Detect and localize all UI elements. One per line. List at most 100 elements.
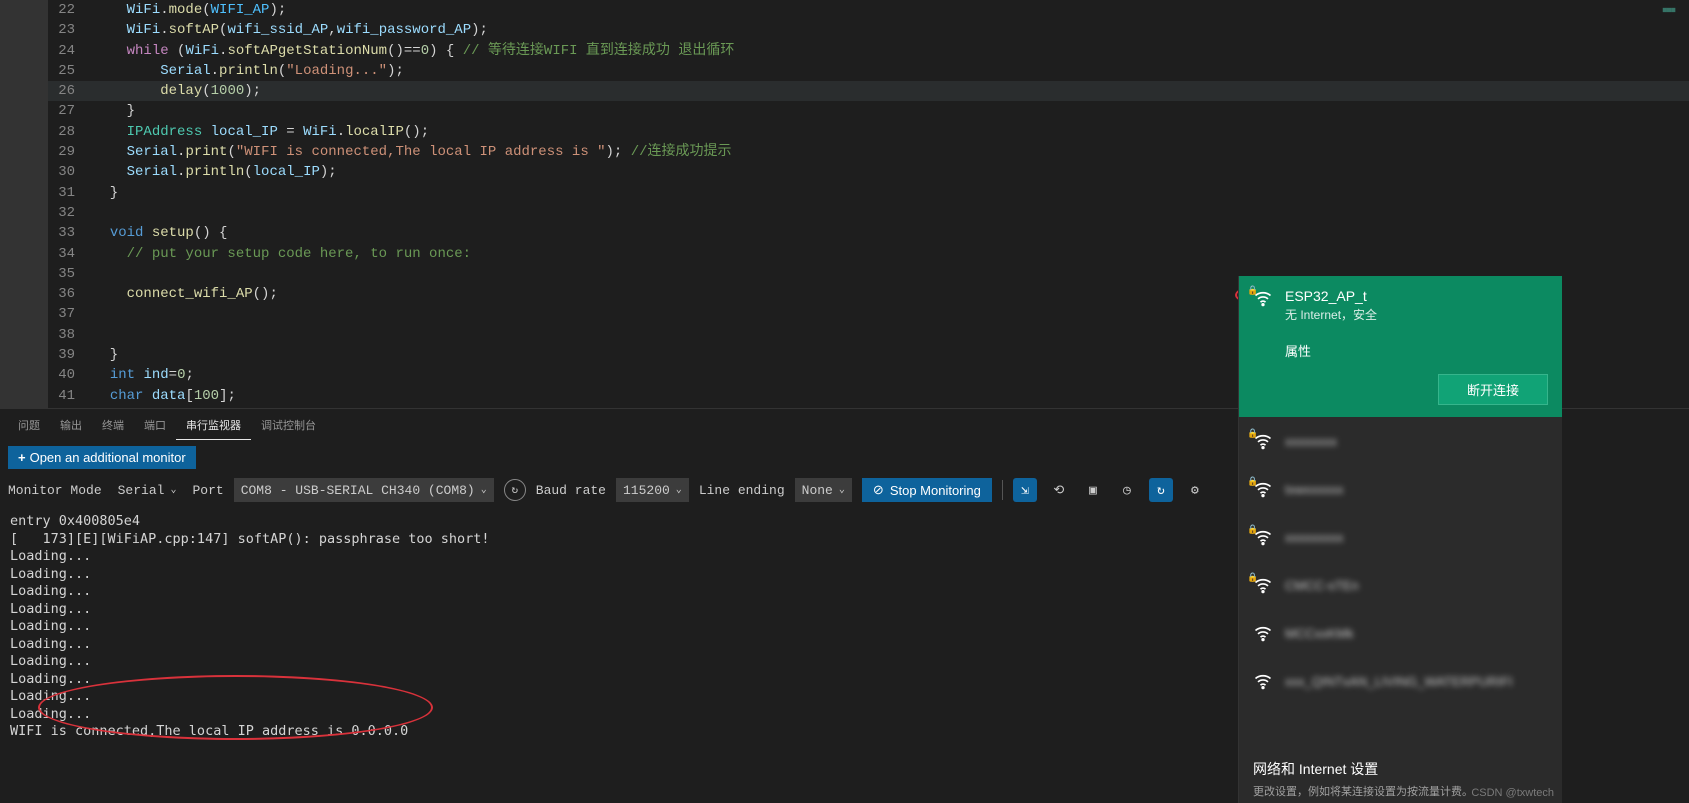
wifi-secure-icon: 🔒 bbox=[1253, 575, 1273, 595]
panel-tab[interactable]: 端口 bbox=[134, 411, 176, 439]
line-number: 25 bbox=[48, 61, 93, 81]
wifi-network-name: xxx_QINTxAN_LIVING_WATERPURIFI bbox=[1285, 674, 1513, 689]
wifi-connected-network[interactable]: 🔒 ESP32_AP_t 无 Internet，安全 属性 断开连接 bbox=[1239, 276, 1562, 417]
wifi-network-item[interactable]: 🔒 txwxxxxxx bbox=[1239, 465, 1562, 513]
code-text: delay(1000); bbox=[93, 81, 1689, 101]
code-line[interactable]: 22 WiFi.mode(WIFI_AP); bbox=[48, 0, 1689, 20]
wifi-network-name: MCCxxKMk bbox=[1285, 626, 1354, 641]
wifi-network-name: CMCC-sTEn bbox=[1285, 578, 1359, 593]
stop-monitoring-button[interactable]: ⊘ Stop Monitoring bbox=[862, 478, 992, 502]
add-monitor-button[interactable]: + Open an additional monitor bbox=[8, 446, 196, 469]
stop-icon: ⊘ bbox=[873, 482, 884, 498]
wifi-secure-icon: 🔒 bbox=[1253, 479, 1273, 499]
divider bbox=[1002, 480, 1003, 500]
code-line[interactable]: 28 IPAddress local_IP = WiFi.localIP(); bbox=[48, 122, 1689, 142]
toggle-timestamp-button[interactable]: ◷ bbox=[1115, 478, 1139, 502]
network-settings-link[interactable]: 网络和 Internet 设置 bbox=[1253, 759, 1554, 779]
line-ending-label: Line ending bbox=[699, 483, 785, 498]
monitor-mode-label: Monitor Mode bbox=[8, 483, 102, 498]
line-number: 33 bbox=[48, 223, 93, 243]
code-text bbox=[93, 203, 1689, 223]
line-number: 36 bbox=[48, 284, 93, 304]
line-number: 30 bbox=[48, 162, 93, 182]
code-text: // put your setup code here, to run once… bbox=[93, 244, 1689, 264]
wifi-network-name: txwxxxxxx bbox=[1285, 482, 1344, 497]
code-line[interactable]: 25 Serial.println("Loading..."); bbox=[48, 61, 1689, 81]
panel-tab[interactable]: 调试控制台 bbox=[251, 411, 326, 439]
wifi-flyout: 🔒 ESP32_AP_t 无 Internet，安全 属性 断开连接 🔒xxxx… bbox=[1238, 276, 1562, 803]
code-text: IPAddress local_IP = WiFi.localIP(); bbox=[93, 122, 1689, 142]
line-number: 23 bbox=[48, 20, 93, 40]
line-number: 28 bbox=[48, 122, 93, 142]
line-ending-select[interactable]: None ⌄ bbox=[795, 478, 852, 502]
wifi-network-item[interactable]: 🔒xxxxxxxxx bbox=[1239, 513, 1562, 561]
wifi-secure-icon: 🔒 bbox=[1253, 288, 1273, 308]
line-number: 32 bbox=[48, 203, 93, 223]
port-select[interactable]: COM8 - USB-SERIAL CH340 (COM8) ⌄ bbox=[234, 478, 494, 502]
line-number: 29 bbox=[48, 142, 93, 162]
panel-tab[interactable]: 问题 bbox=[8, 411, 50, 439]
code-line[interactable]: 24 while (WiFi.softAPgetStationNum()==0)… bbox=[48, 41, 1689, 61]
code-text: Serial.print("WIFI is connected,The loca… bbox=[93, 142, 1689, 162]
panel-tab[interactable]: 串行监视器 bbox=[176, 411, 251, 440]
wifi-secure-icon: 🔒 bbox=[1253, 431, 1273, 451]
code-text: void setup() { bbox=[93, 223, 1689, 243]
monitor-mode-select[interactable]: Serial ⌄ bbox=[112, 478, 183, 502]
panel-tab[interactable]: 终端 bbox=[92, 411, 134, 439]
baud-select[interactable]: 115200 ⌄ bbox=[616, 478, 689, 502]
line-number: 41 bbox=[48, 386, 93, 406]
toggle-reconnect-button[interactable]: ↻ bbox=[1149, 478, 1173, 502]
wifi-network-item[interactable]: xxx_QINTxAN_LIVING_WATERPURIFI bbox=[1239, 657, 1562, 705]
baud-label: Baud rate bbox=[536, 483, 606, 498]
line-number: 24 bbox=[48, 41, 93, 61]
wifi-connected-status: 无 Internet，安全 bbox=[1285, 306, 1377, 323]
wifi-icon bbox=[1253, 623, 1273, 643]
code-line[interactable]: 23 WiFi.softAP(wifi_ssid_AP,wifi_passwor… bbox=[48, 20, 1689, 40]
panel-tab[interactable]: 输出 bbox=[50, 411, 92, 439]
wifi-icon bbox=[1253, 671, 1273, 691]
line-number: 34 bbox=[48, 244, 93, 264]
wifi-network-item[interactable]: 🔒 CMCC-sTEn bbox=[1239, 561, 1562, 609]
line-number: 40 bbox=[48, 365, 93, 385]
code-text: Serial.println("Loading..."); bbox=[93, 61, 1689, 81]
code-line[interactable]: 34 // put your setup code here, to run o… bbox=[48, 244, 1689, 264]
line-number: 22 bbox=[48, 0, 93, 20]
port-label: Port bbox=[192, 483, 223, 498]
refresh-port-button[interactable]: ↻ bbox=[504, 479, 526, 501]
monitor-settings-button[interactable]: ⚙ bbox=[1183, 478, 1207, 502]
line-number: 35 bbox=[48, 264, 93, 284]
code-text: while (WiFi.softAPgetStationNum()==0) { … bbox=[93, 41, 1689, 61]
code-text: WiFi.mode(WIFI_AP); bbox=[93, 0, 1689, 20]
code-text: } bbox=[93, 183, 1689, 203]
clear-output-button[interactable]: ⟲ bbox=[1047, 478, 1071, 502]
toggle-autoscroll-button[interactable]: ⇲ bbox=[1013, 478, 1037, 502]
minimap[interactable]: ▄▄▄ bbox=[1649, 5, 1689, 23]
chevron-down-icon: ⌄ bbox=[481, 484, 487, 496]
code-line[interactable]: 27 } bbox=[48, 101, 1689, 121]
code-line[interactable]: 29 Serial.print("WIFI is connected,The l… bbox=[48, 142, 1689, 162]
wifi-network-item[interactable]: MCCxxKMk bbox=[1239, 609, 1562, 657]
line-number: 38 bbox=[48, 325, 93, 345]
wifi-secure-icon: 🔒 bbox=[1253, 527, 1273, 547]
wifi-footer: 网络和 Internet 设置 更改设置，例如将某连接设置为按流量计费。 CSD… bbox=[1253, 759, 1554, 799]
plus-icon: + bbox=[18, 450, 26, 465]
activity-bar bbox=[0, 0, 48, 408]
wifi-connected-name: ESP32_AP_t bbox=[1285, 288, 1377, 304]
code-line[interactable]: 32 bbox=[48, 203, 1689, 223]
code-line[interactable]: 33 void setup() { bbox=[48, 223, 1689, 243]
wifi-properties-link[interactable]: 属性 bbox=[1285, 341, 1548, 360]
code-line[interactable]: 31 } bbox=[48, 183, 1689, 203]
line-number: 39 bbox=[48, 345, 93, 365]
code-text: } bbox=[93, 101, 1689, 121]
code-line[interactable]: 26 delay(1000); bbox=[48, 81, 1689, 101]
add-monitor-label: Open an additional monitor bbox=[30, 450, 186, 465]
watermark: CSDN @txwtech bbox=[1471, 787, 1554, 799]
wifi-network-item[interactable]: 🔒xxxxxxxx bbox=[1239, 417, 1562, 465]
line-number: 31 bbox=[48, 183, 93, 203]
chevron-down-icon: ⌄ bbox=[170, 484, 176, 496]
code-text: WiFi.softAP(wifi_ssid_AP,wifi_password_A… bbox=[93, 20, 1689, 40]
wifi-disconnect-button[interactable]: 断开连接 bbox=[1438, 374, 1548, 405]
open-terminal-button[interactable]: ▣ bbox=[1081, 478, 1105, 502]
code-line[interactable]: 30 Serial.println(local_IP); bbox=[48, 162, 1689, 182]
chevron-down-icon: ⌄ bbox=[676, 484, 682, 496]
